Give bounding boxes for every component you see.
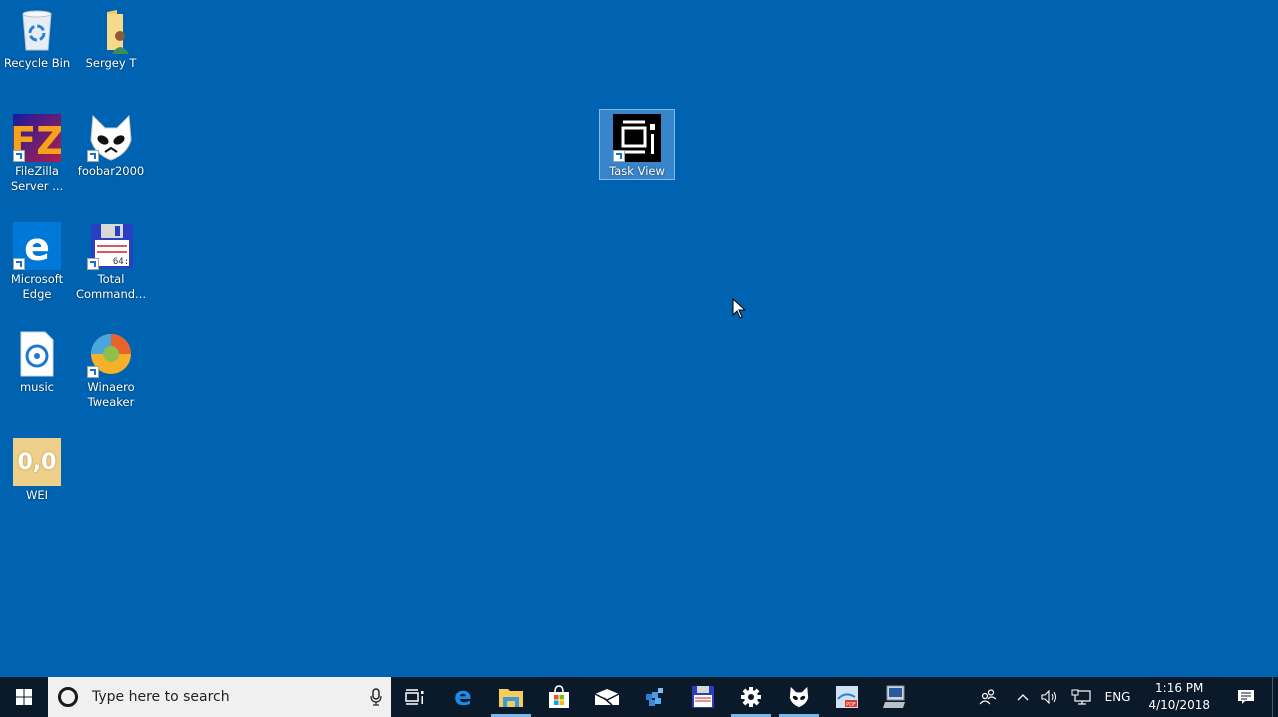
taskbar-task-view-button[interactable] xyxy=(391,677,439,717)
desktop-icon-total-commander[interactable]: 64: Total Command... xyxy=(74,218,148,302)
floppy-icon xyxy=(692,686,714,708)
taskbar-total-commander[interactable] xyxy=(679,677,727,717)
show-desktop-button[interactable] xyxy=(1272,677,1278,717)
search-box[interactable]: Type here to search xyxy=(48,677,391,717)
folder-icon xyxy=(499,689,523,707)
microphone-icon xyxy=(370,688,382,706)
desktop-icon-label: foobar2000 xyxy=(77,164,145,178)
taskbar-this-pc[interactable] xyxy=(871,677,919,717)
desktop-icon-microsoft-edge[interactable]: e Microsoft Edge xyxy=(0,218,74,302)
clock-time: 1:16 PM xyxy=(1155,681,1204,695)
start-button[interactable] xyxy=(0,677,48,717)
shortcut-arrow-icon xyxy=(87,366,99,378)
input-language-button[interactable]: ENG xyxy=(1097,677,1139,717)
svg-text:e: e xyxy=(24,225,50,269)
taskbar-mail[interactable] xyxy=(583,677,631,717)
taskbar-foobar2000[interactable] xyxy=(775,677,823,717)
floppy-icon: 64: xyxy=(87,222,135,270)
desktop-icon-user-folder[interactable]: Sergey T xyxy=(74,2,148,71)
winaero-tweaker-icon xyxy=(87,330,135,378)
mouse-cursor-icon xyxy=(732,298,747,319)
windows-logo-icon xyxy=(16,689,32,705)
speaker-icon xyxy=(1041,690,1056,704)
user-folder-icon xyxy=(87,6,135,54)
store-icon xyxy=(549,685,569,708)
people-icon xyxy=(979,689,996,705)
task-view-icon xyxy=(405,689,424,705)
computer-icon xyxy=(883,685,905,708)
clock-button[interactable]: 1:16 PM 4/10/2018 xyxy=(1138,680,1220,714)
taskbar: Type here to search e PDF ENG 1:16 PM 4/… xyxy=(0,677,1278,717)
desktop-icon-recycle-bin[interactable]: Recycle Bin xyxy=(0,2,74,71)
network-icon xyxy=(1071,689,1091,705)
desktop[interactable]: Recycle Bin Sergey T FZ FileZilla Server… xyxy=(0,0,1278,677)
desktop-icon-foobar2000[interactable]: foobar2000 xyxy=(74,110,148,179)
desktop-icon-label: Task View xyxy=(609,164,665,178)
svg-text:PDF: PDF xyxy=(846,702,856,708)
desktop-icon-winaero-tweaker[interactable]: Winaero Tweaker xyxy=(74,326,148,410)
volume-button[interactable] xyxy=(1035,677,1065,717)
registry-icon xyxy=(646,688,663,706)
edge-icon: e xyxy=(13,222,61,270)
pdf-icon: PDF xyxy=(836,686,858,708)
system-tray: ENG 1:16 PM 4/10/2018 xyxy=(973,677,1278,717)
desktop-icon-task-view[interactable]: Task View xyxy=(599,109,675,180)
search-placeholder: Type here to search xyxy=(92,689,230,705)
task-view-icon xyxy=(613,114,661,162)
chevron-up-icon xyxy=(1017,694,1029,701)
show-hidden-icons-button[interactable] xyxy=(1003,677,1035,717)
gear-icon xyxy=(741,687,761,707)
notification-icon xyxy=(1238,690,1254,704)
desktop-icon-filezilla-server[interactable]: FZ FileZilla Server ... xyxy=(0,110,74,194)
desktop-icon-music[interactable]: music xyxy=(0,326,74,395)
foobar-icon xyxy=(789,686,809,708)
network-button[interactable] xyxy=(1065,677,1097,717)
filezilla-icon: FZ xyxy=(10,114,64,163)
cortana-icon xyxy=(58,687,78,707)
taskbar-edge[interactable]: e xyxy=(439,677,487,717)
desktop-icon-label: Total Command... xyxy=(75,272,147,301)
desktop-icon-label: FileZilla Server ... xyxy=(10,164,64,193)
desktop-icon-label: music xyxy=(19,380,54,394)
desktop-icon-wei[interactable]: 0,0 WEI xyxy=(0,434,74,503)
taskbar-pdf-tool[interactable]: PDF xyxy=(823,677,871,717)
taskbar-settings[interactable] xyxy=(727,677,775,717)
people-button[interactable] xyxy=(973,677,1003,717)
microphone-button[interactable] xyxy=(361,688,391,706)
shortcut-arrow-icon xyxy=(13,150,25,162)
taskbar-registry-editor[interactable] xyxy=(631,677,679,717)
taskbar-store[interactable] xyxy=(535,677,583,717)
desktop-icon-label: Winaero Tweaker xyxy=(87,380,135,409)
svg-text:64:: 64: xyxy=(113,257,129,267)
edge-icon: e xyxy=(454,682,472,712)
wei-icon: 0,0 xyxy=(13,438,61,486)
clock-date: 4/10/2018 xyxy=(1148,698,1210,712)
mail-icon xyxy=(594,689,620,706)
wei-score: 0,0 xyxy=(17,449,57,475)
shortcut-arrow-icon xyxy=(87,258,99,270)
shortcut-arrow-icon xyxy=(613,150,625,162)
recycle-bin-icon xyxy=(13,6,61,54)
shortcut-arrow-icon xyxy=(87,150,99,162)
desktop-icon-label: Sergey T xyxy=(85,56,137,70)
desktop-icon-label: Recycle Bin xyxy=(3,56,71,70)
action-center-button[interactable] xyxy=(1220,677,1272,717)
foobar-icon xyxy=(87,114,135,162)
taskbar-file-explorer[interactable] xyxy=(487,677,535,717)
music-file-icon xyxy=(13,330,61,378)
desktop-icon-label: WEI xyxy=(25,488,49,502)
desktop-icon-label: Microsoft Edge xyxy=(10,272,64,301)
shortcut-arrow-icon xyxy=(13,258,25,270)
